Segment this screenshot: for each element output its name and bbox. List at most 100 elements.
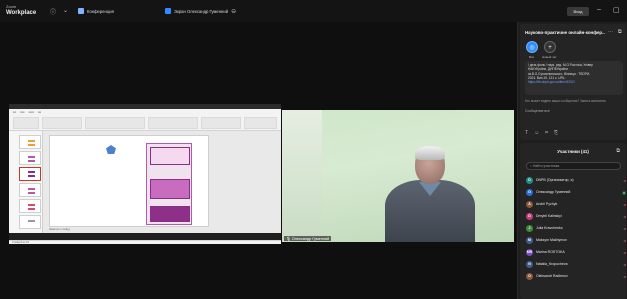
- slide-thumbnail[interactable]: [19, 151, 41, 165]
- avatar: D: [526, 176, 533, 184]
- slide-thumbnail[interactable]: [19, 135, 41, 149]
- participant-row[interactable]: D Dmytrii Kalinskyi ⌀: [526, 212, 626, 220]
- chat-all-icon[interactable]: ◎: [526, 41, 538, 53]
- participant-name: Andrii Pyzhyk: [536, 202, 558, 206]
- sign-in-button[interactable]: Вход: [567, 7, 589, 16]
- chevron-down-icon[interactable]: ⌄: [63, 7, 68, 14]
- avatar: O: [526, 272, 533, 280]
- restore-icon[interactable]: ▢: [613, 6, 620, 14]
- mic-muted-icon[interactable]: ⌀: [624, 250, 626, 255]
- chat-all-label: Все: [529, 55, 535, 59]
- participant-name: Marina ROSTOKA: [536, 250, 565, 254]
- slide-thumbnail[interactable]: [19, 199, 41, 213]
- popout-icon[interactable]: ⧉: [618, 29, 622, 35]
- brand-name: Workplace: [6, 10, 37, 16]
- video-name-label: 🎙 Олександр Гуменний: [284, 236, 332, 241]
- participant-row[interactable]: A Andrii Pyzhyk ⌀: [526, 200, 626, 208]
- new-chat-label: Новый чат: [542, 55, 557, 59]
- pentagon-shape: [106, 145, 116, 154]
- slide-thumbnail-selected[interactable]: [19, 167, 41, 181]
- mic-icon: 🎙: [286, 237, 291, 241]
- participant-row[interactable]: D DNPB (Организатор, я) ⌀: [526, 176, 626, 184]
- avatar: A: [526, 200, 533, 208]
- screenshot-icon[interactable]: ⌗: [545, 130, 548, 136]
- participant-row[interactable]: О Олександр Гуменний ▣: [526, 188, 626, 196]
- ribbon-tabs: ▪▪▪ ▪▪▪▪ ▪▪▪▪▪ ▪▪▪: [13, 110, 41, 114]
- emoji-icon[interactable]: ☺: [534, 130, 539, 136]
- tab-conference[interactable]: Конференция: [78, 6, 114, 16]
- ribbon-group: [201, 117, 241, 129]
- participant-name: Natalia_Kropocheva: [536, 262, 568, 266]
- meeting-stage: ▪▪▪ ▪▪▪▪ ▪▪▪▪▪ ▪▪▪ Заметки к слайду Слай…: [0, 22, 517, 299]
- participant-name: Maksym Makhymov: [536, 238, 567, 242]
- chat-toolbar: T ☺ ⌗ ⎘: [525, 130, 558, 136]
- avatar: MR: [526, 248, 533, 256]
- chat-visibility-hint[interactable]: Кто может видеть ваши сообщения? Запись …: [525, 99, 606, 103]
- info-icon[interactable]: ⓘ: [50, 7, 56, 16]
- participant-row[interactable]: J Julia Kravchenko ⌀: [526, 224, 626, 232]
- participant-name: DNPB (Организатор, я): [536, 178, 574, 182]
- participant-name: Julia Kravchenko: [536, 226, 563, 230]
- side-panel: Науково-практичне онлайн-конфер... ··· ⧉…: [517, 22, 627, 299]
- participant-row[interactable]: O Oleksandr Radienov ⌀: [526, 272, 626, 280]
- app-brand: Zoom Workplace: [6, 3, 36, 17]
- new-chat-icon[interactable]: +: [544, 41, 556, 53]
- slide-notes[interactable]: Заметки к слайду: [49, 228, 209, 232]
- chat-panel: Науково-практичне онлайн-конфер... ··· ⧉…: [520, 24, 626, 140]
- tab-screen-label: Экран Олександр Гуменний: [174, 8, 229, 14]
- message-link[interactable]: https://lib.dnpb.gov.ua/item/6702/: [528, 80, 620, 84]
- ribbon-group: [244, 117, 277, 129]
- participant-row[interactable]: M Maksym Makhymov ⌀: [526, 236, 626, 244]
- conference-icon: [78, 8, 84, 14]
- close-tab-icon[interactable]: ⊖: [231, 8, 236, 15]
- participant-hair: [415, 146, 445, 160]
- ribbon-tab: ▪▪▪▪: [20, 110, 25, 114]
- zoom-workplace-window: Zoom Workplace ⓘ ⌄ Конференция Экран Оле…: [0, 0, 627, 299]
- search-placeholder: Найти участника: [532, 164, 560, 168]
- powerpoint-ribbon: ▪▪▪ ▪▪▪▪ ▪▪▪▪▪ ▪▪▪: [9, 109, 281, 131]
- chat-compose-input[interactable]: Сообщение все: [525, 109, 550, 113]
- slide-thumbnail[interactable]: [19, 183, 41, 197]
- mic-muted-icon[interactable]: ⌀: [624, 238, 626, 243]
- mic-muted-icon[interactable]: ⌀: [624, 262, 626, 267]
- participant-name: Dmytrii Kalinskyi: [536, 214, 562, 218]
- video-name-text: Олександр Гуменний: [291, 237, 330, 241]
- participant-row[interactable]: N Natalia_Kropocheva ⌀: [526, 260, 626, 268]
- chat-message: / дезь фолк / наук. ред. М.О.Ростока; Ун…: [525, 61, 623, 95]
- ribbon-tab: ▪▪▪: [37, 110, 41, 114]
- mic-muted-icon[interactable]: ⌀: [624, 178, 626, 183]
- participant-search-input[interactable]: ⌕ Найти участника: [526, 162, 621, 170]
- flow-block: [150, 147, 190, 165]
- popout-icon[interactable]: ⧉: [616, 148, 620, 154]
- ribbon-tab: ▪▪▪: [13, 110, 17, 114]
- minimize-icon[interactable]: –: [597, 6, 601, 13]
- mic-muted-icon[interactable]: ⌀: [624, 226, 626, 231]
- chat-title: Науково-практичне онлайн-конфер...: [525, 30, 605, 35]
- video-tile[interactable]: 🎙 Олександр Гуменний: [282, 110, 514, 242]
- participants-title: Участники (41): [557, 149, 589, 154]
- participant-video: [385, 146, 475, 242]
- screen-share-tile[interactable]: ▪▪▪ ▪▪▪▪ ▪▪▪▪▪ ▪▪▪ Заметки к слайду Слай…: [9, 104, 281, 244]
- screen-share-icon: [165, 8, 171, 14]
- format-icon[interactable]: T: [525, 130, 528, 136]
- participant-row[interactable]: MR Marina ROSTOKA ⌀: [526, 248, 626, 256]
- more-options-icon[interactable]: ···: [608, 29, 613, 35]
- avatar: D: [526, 212, 533, 220]
- participant-name: Oleksandr Radienov: [536, 274, 568, 278]
- avatar: N: [526, 260, 533, 268]
- file-icon[interactable]: ⎘: [554, 130, 558, 136]
- ribbon-tab: ▪▪▪▪▪: [28, 110, 34, 114]
- screen-share-icon[interactable]: ▣: [622, 190, 626, 195]
- tab-screen-share[interactable]: Экран Олександр Гуменний ⊖: [165, 6, 236, 16]
- slides-pane[interactable]: [9, 131, 43, 233]
- mic-muted-icon[interactable]: ⌀: [624, 274, 626, 279]
- flowchart: [146, 143, 192, 225]
- mic-muted-icon[interactable]: ⌀: [624, 214, 626, 219]
- current-slide[interactable]: [49, 135, 209, 227]
- powerpoint-workspace: Заметки к слайду: [9, 131, 281, 233]
- slide-thumbnail[interactable]: [19, 215, 41, 229]
- background-wall: [282, 110, 322, 242]
- brand-top: Zoom: [6, 4, 17, 9]
- ribbon-group: [42, 117, 82, 129]
- mic-muted-icon[interactable]: ⌀: [624, 202, 626, 207]
